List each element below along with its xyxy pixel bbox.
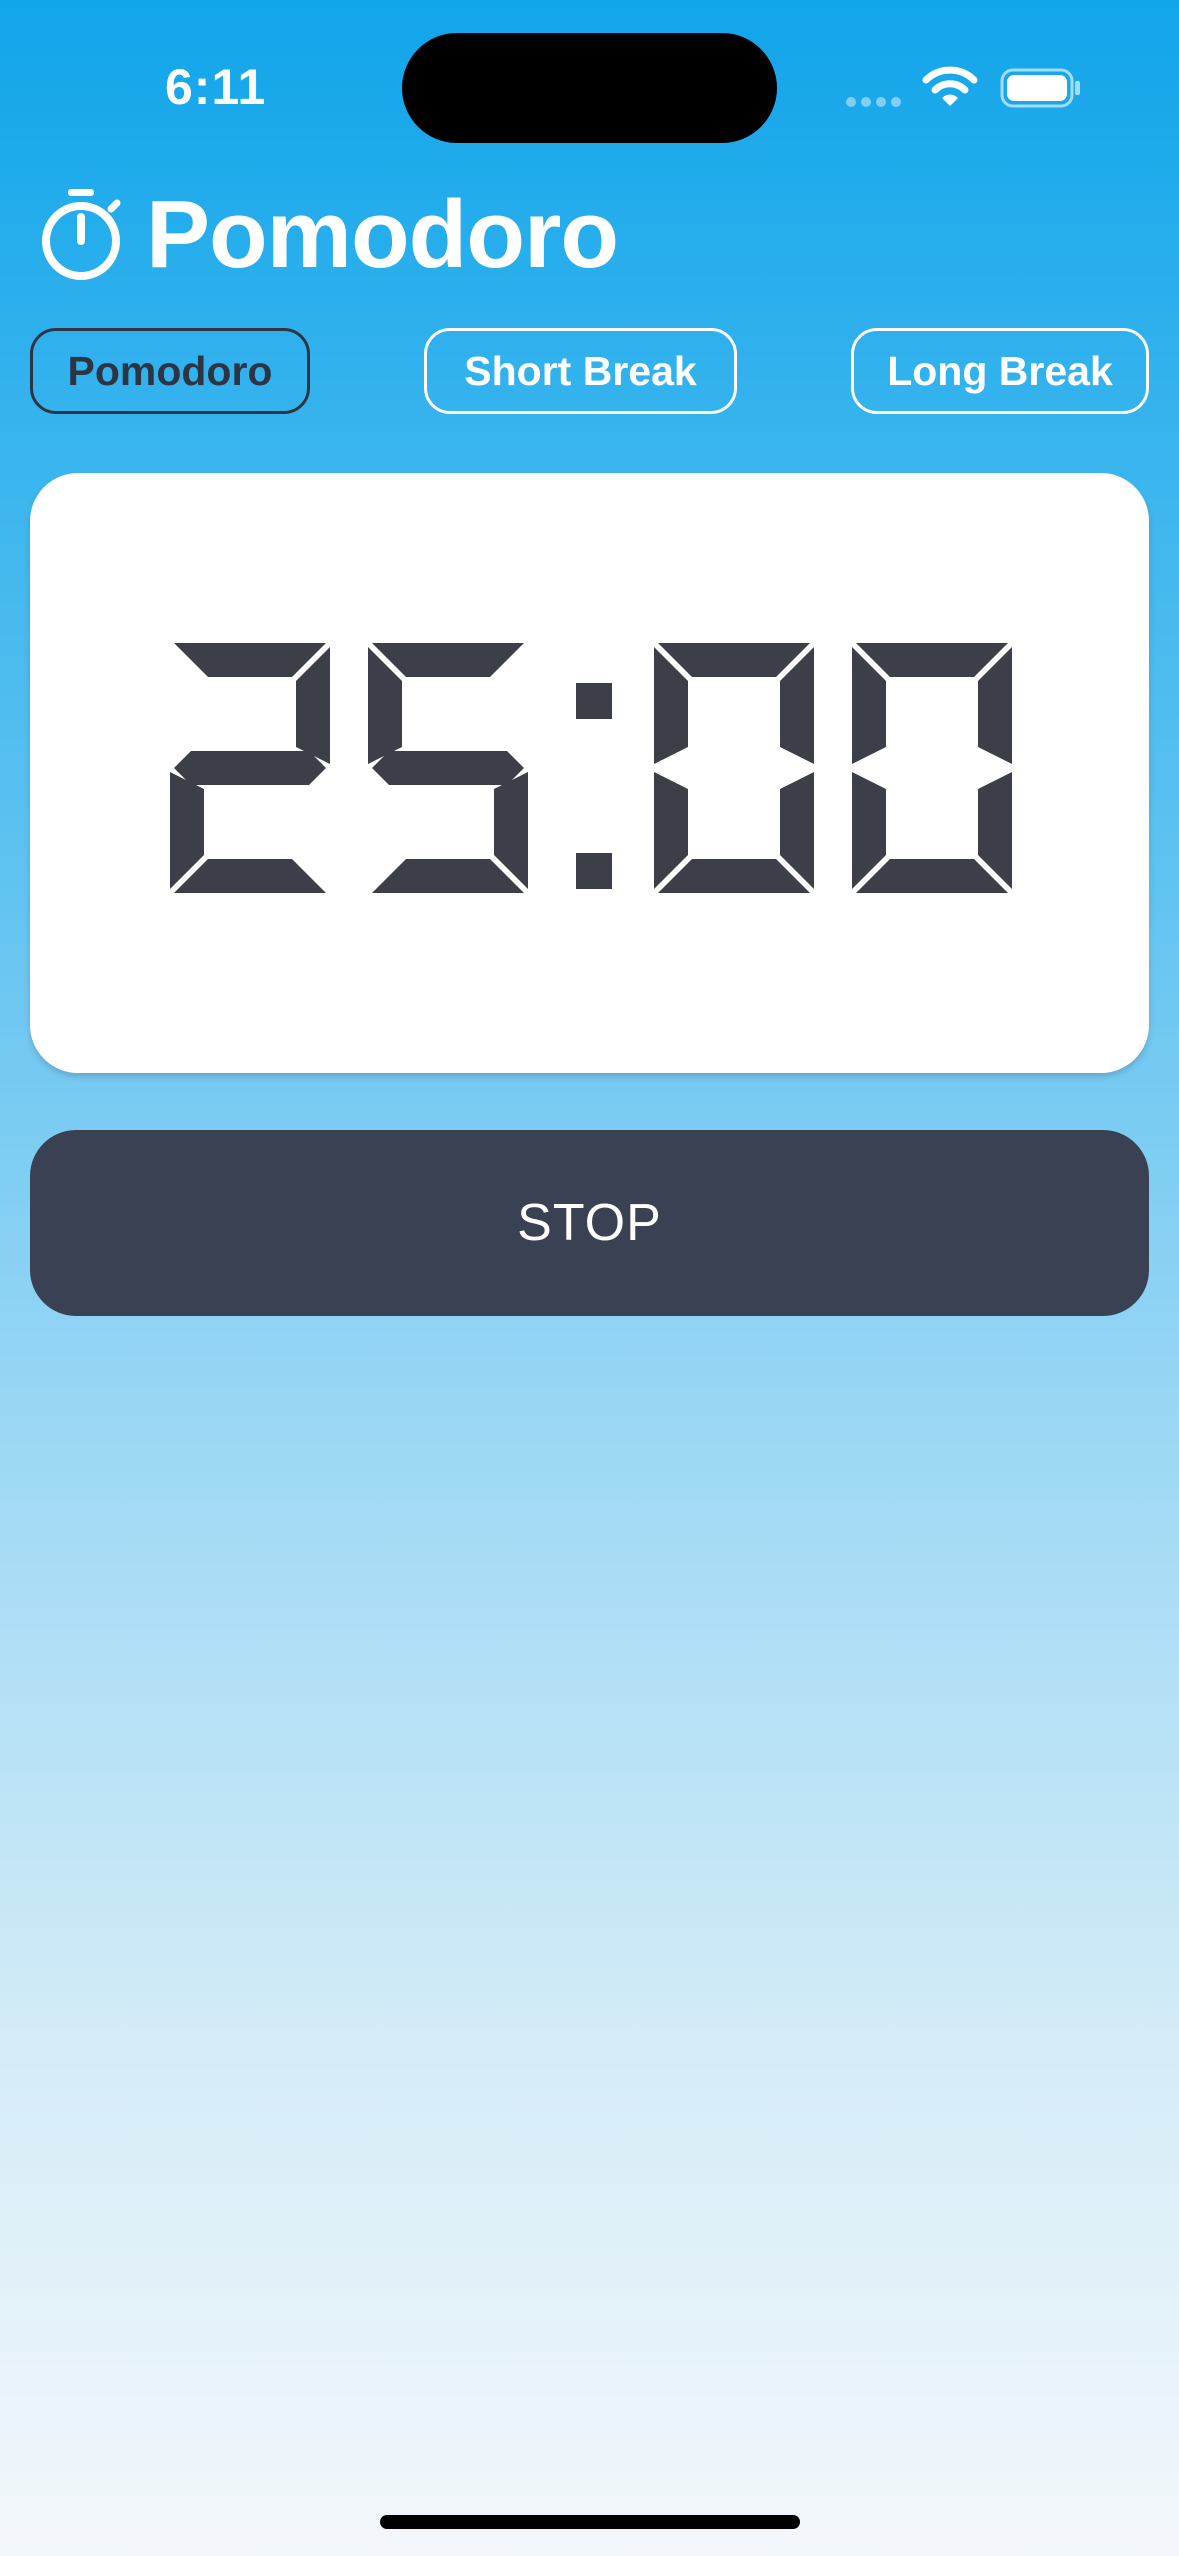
tab-pomodoro[interactable]: Pomodoro xyxy=(30,328,310,414)
dynamic-island xyxy=(402,33,777,143)
colon-dot xyxy=(576,853,612,889)
digit-segment xyxy=(174,751,326,785)
status-time: 6:11 xyxy=(165,59,267,115)
app-header: Pomodoro xyxy=(38,180,619,290)
digit-segment xyxy=(174,859,326,893)
digit-segment xyxy=(856,859,1008,893)
home-indicator[interactable] xyxy=(380,2515,800,2529)
timer-display xyxy=(170,643,1012,893)
battery-icon xyxy=(1000,68,1080,108)
digit-segment xyxy=(372,643,524,677)
digit-segment xyxy=(174,643,326,677)
tab-short-break[interactable]: Short Break xyxy=(424,328,737,414)
digit-segment xyxy=(372,751,524,785)
wifi-icon xyxy=(922,66,978,106)
digit-segment xyxy=(372,859,524,893)
cellular-signal-icon xyxy=(846,94,906,107)
status-bar: 6:11 xyxy=(0,0,1179,160)
colon-dot xyxy=(576,683,612,719)
tab-long-break[interactable]: Long Break xyxy=(851,328,1149,414)
digit-segment xyxy=(658,643,810,677)
digit-segment xyxy=(856,643,1008,677)
timer-card xyxy=(30,473,1149,1073)
stop-button[interactable]: STOP xyxy=(30,1130,1149,1316)
digit-segment xyxy=(658,859,810,893)
stopwatch-icon xyxy=(42,189,121,280)
page-title: Pomodoro xyxy=(146,181,619,288)
